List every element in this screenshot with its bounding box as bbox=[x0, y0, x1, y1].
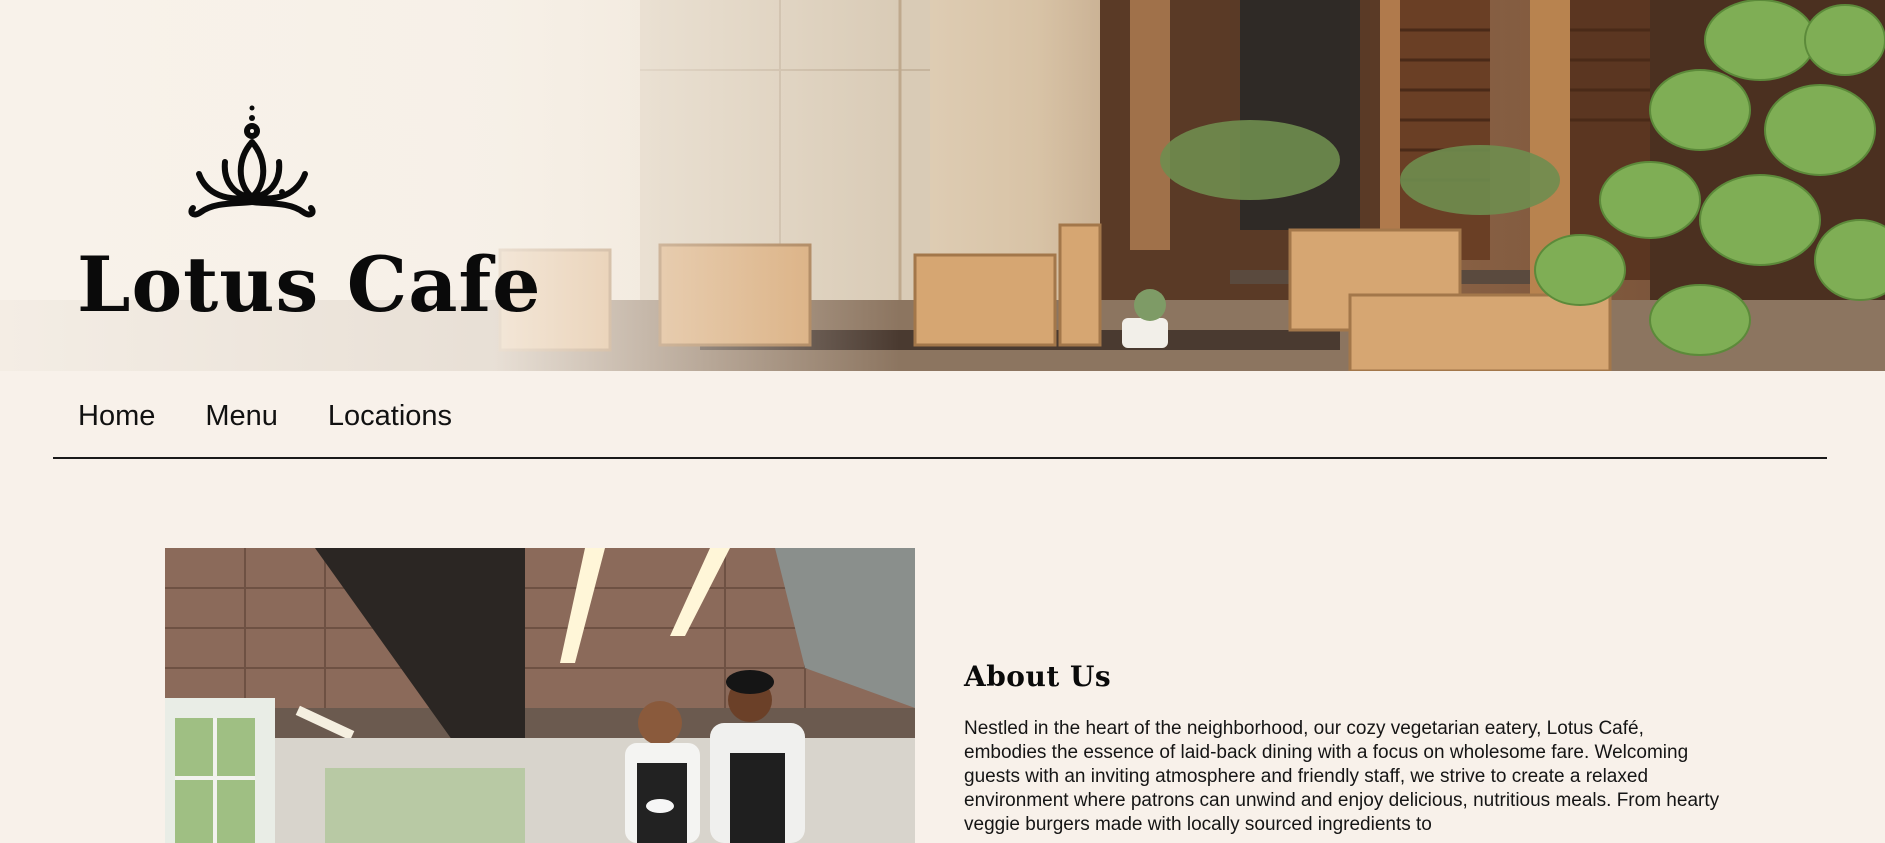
about-heading: About Us bbox=[964, 660, 1112, 693]
about-section: About Us Nestled in the heart of the nei… bbox=[964, 660, 1724, 837]
about-body: Nestled in the heart of the neighborhood… bbox=[964, 718, 1720, 835]
nav-locations-link[interactable]: Locations bbox=[328, 396, 452, 433]
lotus-icon bbox=[188, 105, 316, 218]
hero-banner: Lotus Cafe bbox=[0, 0, 1885, 371]
kitchen-chefs-photo bbox=[165, 548, 915, 843]
brand-name: Lotus Cafe bbox=[77, 240, 542, 329]
nav-menu-link[interactable]: Menu bbox=[205, 396, 278, 433]
main-nav: Home Menu Locations bbox=[53, 371, 1827, 459]
nav-home-link[interactable]: Home bbox=[78, 396, 155, 433]
